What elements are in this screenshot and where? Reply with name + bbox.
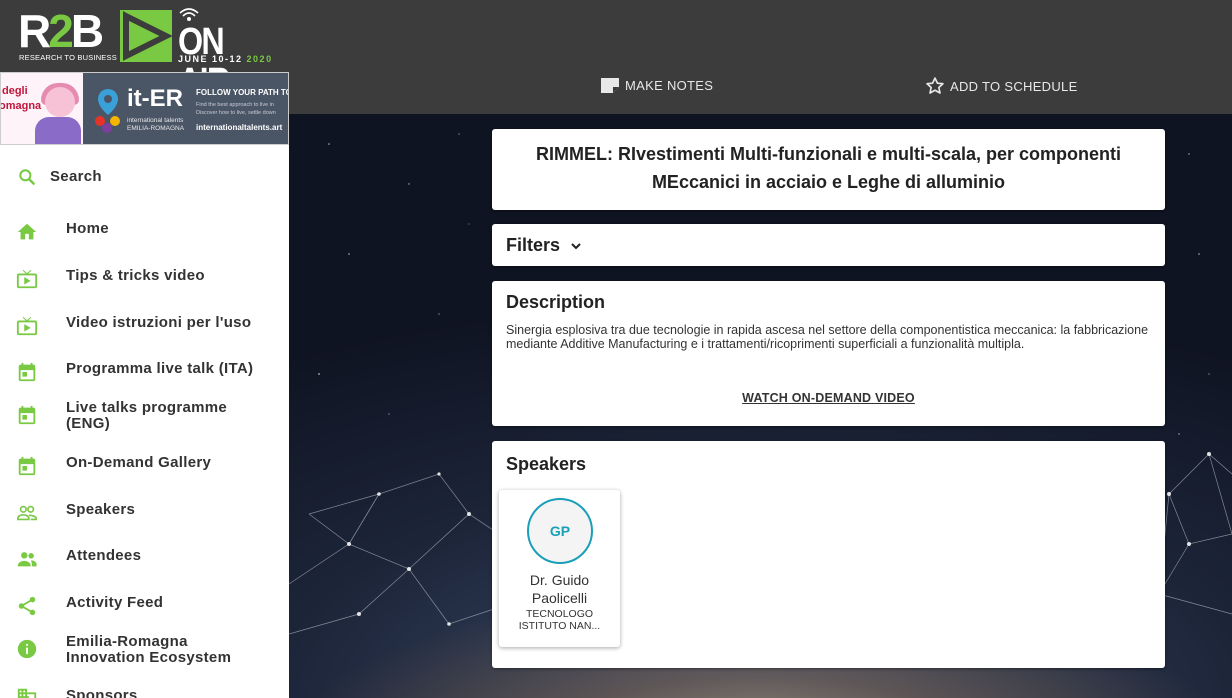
add-to-schedule-button[interactable]: ADD TO SCHEDULE (925, 76, 1078, 96)
session-title: RIMMEL: RIvestimenti Multi-funzionali e … (535, 144, 1122, 192)
banner-left-text-2: omagna (0, 100, 42, 112)
watch-on-demand-link[interactable]: WATCH ON-DEMAND VIDEO (492, 391, 1165, 405)
sidebar-item-attendees[interactable]: Attendees (0, 540, 289, 580)
sidebar-item-speakers[interactable]: Speakers (0, 494, 289, 534)
search-label: Search (50, 168, 102, 185)
sidebar-item-label: Live talks programme (ENG) (66, 399, 228, 432)
add-to-schedule-label: ADD TO SCHEDULE (950, 78, 1078, 94)
sidebar-item-sponsors[interactable]: Sponsors (0, 681, 289, 698)
sidebar-item-label: Speakers (66, 501, 136, 518)
description-card: Description Sinergia esplosiva tra due t… (492, 281, 1165, 426)
business-icon (17, 688, 37, 698)
iter-sub-1: international talents (127, 117, 184, 124)
session-title-card: RIMMEL: RIvestimenti Multi-funzionali e … (492, 129, 1165, 210)
banner-small-1: Find the best approach to live in (196, 102, 274, 108)
sidebar-item-label: Programma live talk (ITA) (66, 360, 254, 377)
iter-sub-2: EMILIA-ROMAGNA (127, 125, 185, 132)
logo-dates: JUNE 10-12 2020 (178, 54, 273, 64)
sidebar-search[interactable]: Search (0, 160, 289, 192)
sidebar-item-label: On-Demand Gallery (66, 454, 212, 471)
chevron-down-icon[interactable] (568, 238, 584, 254)
speaker-card[interactable]: GP Dr. Guido Paolicelli TECNOLOGO ISTITU… (499, 490, 620, 647)
sidebar-item-label: Activity Feed (66, 594, 164, 611)
iter-logo-icon (95, 89, 120, 133)
banner-small-2: Discover how to live, settle down (196, 110, 276, 116)
illustration-body (35, 117, 81, 144)
make-notes-button[interactable]: MAKE NOTES (600, 76, 713, 94)
sidebar-item-label: Tips & tricks video (66, 267, 205, 284)
info-icon (17, 639, 37, 659)
banner-left-text-1: degli (2, 85, 28, 97)
speaker-role: TECNOLOGO ISTITUTO NAN... (518, 608, 601, 632)
sidebar: Search Home Tips & tricks video Video is… (0, 145, 289, 698)
logo-year: 2020 (246, 54, 273, 64)
speakers-card: Speakers GP Dr. Guido Paolicelli TECNOLO… (492, 441, 1165, 668)
calendar-icon (18, 405, 36, 425)
filters-toggle[interactable]: Filters (506, 235, 560, 256)
banner-left-panel: degli omagna (0, 73, 83, 144)
banner-right-panel: it-ER international talents EMILIA-ROMAGN… (83, 73, 289, 144)
illustration-face (45, 87, 75, 117)
iter-subtitle: international talents EMILIA-ROMAGNA (127, 117, 184, 133)
r2b-logo[interactable]: R2B RESEARCH TO BUSINESS ON AIR JUNE 10-… (18, 5, 274, 102)
tv-icon (16, 316, 38, 336)
speaker-name: Dr. Guido Paolicelli (529, 572, 590, 606)
sidebar-item-label: Home (66, 220, 109, 237)
make-notes-label: MAKE NOTES (625, 77, 714, 93)
share-icon (18, 596, 36, 616)
sidebar-item-programme-eng[interactable]: Live talks programme (ENG) (0, 400, 289, 440)
banner-small-text: Find the best approach to live in Discove… (196, 101, 288, 117)
search-icon (19, 169, 35, 185)
calendar-icon (18, 456, 36, 476)
description-heading: Description (506, 292, 606, 312)
iter-title: it-ER (127, 85, 183, 112)
sidebar-item-label: Attendees (66, 547, 142, 564)
home-icon (17, 223, 37, 240)
sidebar-item-programma-ita[interactable]: Programma live talk (ITA) (0, 353, 289, 393)
logo-subtitle: RESEARCH TO BUSINESS (19, 53, 117, 62)
speakers-heading: Speakers (506, 454, 587, 474)
play-icon (120, 10, 172, 62)
logo-r2b: R2B (18, 5, 104, 57)
tv-icon (16, 269, 38, 289)
avatar: GP (527, 498, 593, 564)
banner-follow-text: FOLLOW YOUR PATH TO I (196, 88, 289, 97)
sponsor-banner[interactable]: degli omagna it-ER international talents… (0, 72, 289, 145)
people-icon (17, 552, 37, 567)
description-text: Sinergia esplosiva tra due tecnologie in… (506, 323, 1149, 351)
sidebar-item-video-istruzioni[interactable]: Video istruzioni per l'uso (0, 307, 289, 347)
sidebar-item-home[interactable]: Home (0, 213, 289, 253)
sidebar-item-label: Video istruzioni per l'uso (66, 314, 252, 331)
sidebar-item-on-demand-gallery[interactable]: On-Demand Gallery (0, 447, 289, 487)
filters-card[interactable]: Filters (492, 224, 1165, 266)
sidebar-item-label: Sponsors (66, 687, 138, 698)
filters-label: Filters (506, 235, 561, 255)
banner-url: internationaltalents.art (196, 123, 283, 132)
note-icon (601, 78, 619, 93)
sidebar-item-activity-feed[interactable]: Activity Feed (0, 587, 289, 627)
sidebar-item-innovation-ecosystem[interactable]: Emilia-Romagna Innovation Ecosystem (0, 634, 289, 674)
calendar-icon (18, 362, 36, 382)
sidebar-item-label: Emilia-Romagna Innovation Ecosystem (66, 633, 232, 666)
people-outline-icon (17, 505, 37, 521)
broadcast-icon (179, 8, 199, 21)
sidebar-item-tips-tricks-video[interactable]: Tips & tricks video (0, 260, 289, 300)
logo-dates-text: JUNE 10-12 (178, 54, 243, 64)
star-outline-icon (926, 77, 944, 94)
